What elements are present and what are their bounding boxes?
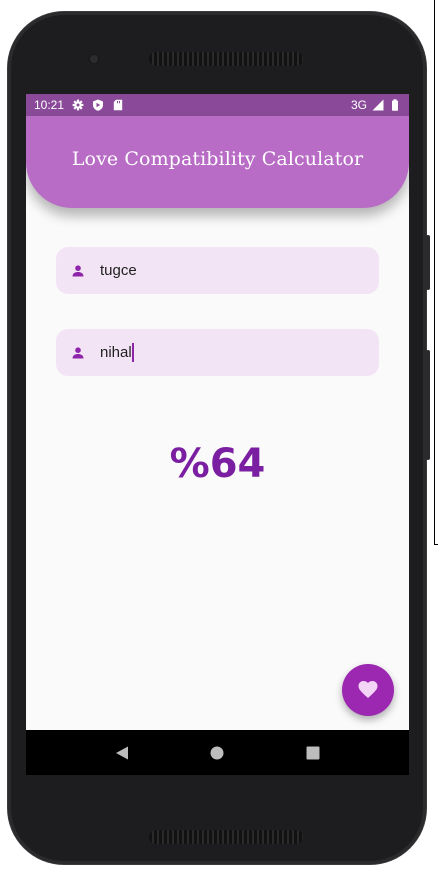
back-icon[interactable] bbox=[113, 744, 131, 762]
frame-edge-line-horizontal bbox=[434, 544, 438, 545]
person-icon bbox=[71, 264, 85, 278]
calculate-button[interactable] bbox=[342, 664, 394, 716]
app-bar: Love Compatibility Calculator bbox=[26, 116, 409, 208]
power-button bbox=[426, 235, 430, 290]
network-type: 3G bbox=[350, 98, 367, 112]
heart-icon bbox=[358, 681, 378, 699]
status-bar: 10:21 3G bbox=[26, 94, 409, 116]
volume-button bbox=[426, 350, 430, 460]
compatibility-result: %64 bbox=[169, 441, 266, 487]
bottom-speaker-grille bbox=[149, 830, 303, 844]
home-icon[interactable] bbox=[208, 744, 226, 762]
status-time: 10:21 bbox=[34, 98, 65, 112]
app-screen: 10:21 3G Love Compatibility Calculator t… bbox=[26, 94, 409, 775]
navigation-bar bbox=[26, 730, 409, 775]
sd-card-icon bbox=[112, 99, 124, 111]
person-icon bbox=[71, 346, 85, 360]
second-name-field[interactable] bbox=[56, 329, 379, 376]
battery-icon bbox=[389, 99, 401, 111]
shield-icon bbox=[92, 99, 104, 111]
gear-icon bbox=[72, 99, 84, 111]
first-name-input[interactable] bbox=[100, 262, 340, 279]
signal-icon bbox=[372, 99, 384, 111]
recents-icon[interactable] bbox=[304, 744, 322, 762]
first-name-field[interactable] bbox=[56, 247, 379, 294]
app-title: Love Compatibility Calculator bbox=[71, 148, 364, 170]
text-cursor bbox=[132, 343, 134, 362]
front-camera bbox=[88, 53, 100, 65]
frame-edge-line bbox=[434, 0, 435, 545]
second-name-input[interactable] bbox=[100, 344, 340, 361]
top-speaker-grille bbox=[149, 52, 303, 66]
